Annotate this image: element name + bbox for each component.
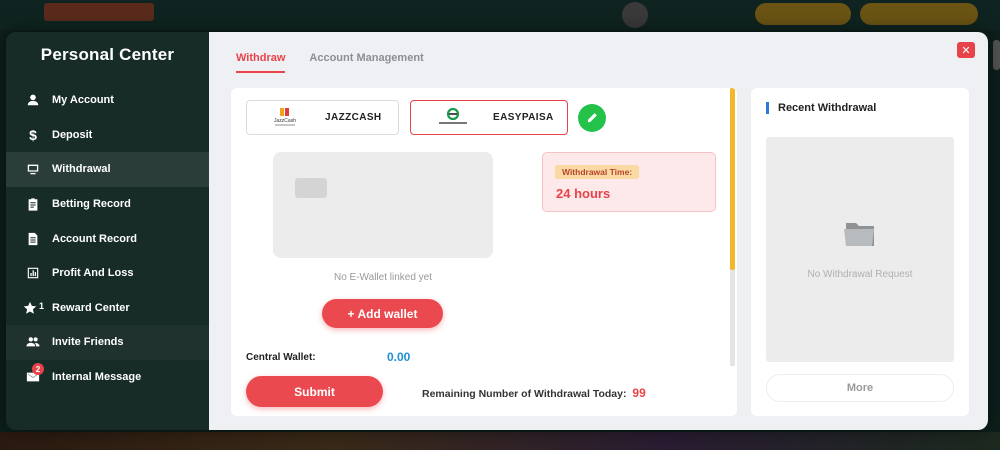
remaining-withdrawals-value: 99 bbox=[632, 386, 646, 400]
wallet-name-easypaisa: EASYPAISA bbox=[493, 112, 554, 123]
wallet-card-placeholder bbox=[273, 152, 493, 258]
dollar-icon: $ bbox=[29, 126, 37, 143]
background-topbar bbox=[0, 0, 1000, 30]
withdrawal-time-label: Withdrawal Time: bbox=[555, 165, 640, 179]
withdraw-card: JazzCash JAZZCASH EASYPAISA No E-Wallet … bbox=[231, 88, 737, 416]
sidebar-item-label: My Account bbox=[52, 94, 114, 107]
mail-icon: 2 bbox=[23, 363, 44, 385]
sidebar-title: Personal Center bbox=[40, 45, 175, 64]
jazzcash-logo-icon: JazzCash bbox=[259, 107, 311, 129]
wallet-name-jazzcash: JAZZCASH bbox=[325, 112, 382, 123]
folder-icon bbox=[844, 223, 874, 246]
sidebar-item-label: Internal Message bbox=[52, 371, 142, 384]
central-wallet-value: 0.00 bbox=[387, 350, 411, 364]
tab-withdraw[interactable]: Withdraw bbox=[236, 52, 286, 73]
sidebar-item-label: Profit And Loss bbox=[52, 267, 134, 280]
tab-bar: Withdraw Account Management bbox=[236, 52, 424, 73]
close-button[interactable]: ✕ bbox=[957, 42, 975, 58]
background-button bbox=[860, 3, 978, 25]
sidebar-item-betting-record[interactable]: Betting Record bbox=[6, 187, 209, 222]
background-banner bbox=[0, 432, 1000, 450]
recent-withdrawal-panel: Recent Withdrawal No Withdrawal Request … bbox=[751, 88, 969, 416]
sidebar-item-withdrawal[interactable]: Withdrawal bbox=[6, 152, 209, 187]
tab-account-management[interactable]: Account Management bbox=[309, 52, 423, 73]
withdrawal-time-box: Withdrawal Time: 24 hours bbox=[542, 152, 716, 212]
submit-button[interactable]: Submit bbox=[246, 376, 383, 407]
star-icon: 1 bbox=[23, 300, 44, 316]
sidebar-item-my-account[interactable]: My Account bbox=[6, 83, 209, 118]
sidebar-item-deposit[interactable]: $ Deposit bbox=[6, 118, 209, 153]
sidebar-item-internal-message[interactable]: 2 Internal Message bbox=[6, 360, 209, 395]
remaining-withdrawals: Remaining Number of Withdrawal Today: 99 bbox=[422, 386, 646, 400]
sidebar-item-reward-center[interactable]: 1 Reward Center bbox=[6, 291, 209, 326]
scrollbar[interactable] bbox=[730, 88, 735, 366]
sidebar-item-invite-friends[interactable]: Invite Friends bbox=[6, 325, 209, 360]
message-badge: 2 bbox=[32, 363, 44, 376]
edit-wallet-button[interactable] bbox=[578, 104, 606, 132]
empty-state-text: No Withdrawal Request bbox=[807, 269, 913, 280]
sidebar-item-label: Account Record bbox=[52, 232, 137, 245]
document-icon bbox=[23, 231, 43, 247]
reward-count: 1 bbox=[38, 300, 44, 311]
add-wallet-button[interactable]: + Add wallet bbox=[322, 299, 443, 328]
people-icon bbox=[23, 334, 43, 350]
background-logo bbox=[44, 3, 154, 21]
sidebar-item-label: Withdrawal bbox=[52, 163, 111, 176]
background-button bbox=[755, 3, 851, 25]
clipboard-icon bbox=[23, 196, 43, 212]
withdrawal-time-value: 24 hours bbox=[556, 186, 611, 201]
more-button[interactable]: More bbox=[766, 374, 954, 402]
background-scrollbar bbox=[993, 40, 1000, 70]
central-wallet-label: Central Wallet: bbox=[246, 352, 316, 363]
sidebar-item-label: Invite Friends bbox=[52, 336, 124, 349]
background-avatar bbox=[622, 2, 648, 28]
main-panel: Withdraw Account Management ✕ JazzCash J… bbox=[209, 32, 988, 430]
wallet-option-easypaisa[interactable]: EASYPAISA bbox=[410, 100, 568, 135]
sidebar: Personal Center My Account $ Deposit Wit… bbox=[6, 32, 209, 430]
sidebar-item-profit-and-loss[interactable]: Profit And Loss bbox=[6, 256, 209, 291]
recent-withdrawal-title: Recent Withdrawal bbox=[766, 102, 876, 114]
monitor-icon bbox=[23, 161, 43, 177]
sidebar-item-label: Betting Record bbox=[52, 198, 131, 211]
wallet-option-jazzcash[interactable]: JazzCash JAZZCASH bbox=[246, 100, 399, 135]
chart-icon bbox=[23, 265, 43, 281]
sidebar-item-label: Reward Center bbox=[52, 301, 130, 314]
personal-center-modal: Personal Center My Account $ Deposit Wit… bbox=[6, 32, 988, 430]
user-icon bbox=[23, 92, 43, 108]
card-chip-icon bbox=[295, 178, 327, 198]
sidebar-item-account-record[interactable]: Account Record bbox=[6, 221, 209, 256]
pencil-icon bbox=[587, 113, 597, 123]
recent-withdrawal-empty: No Withdrawal Request bbox=[766, 137, 954, 362]
no-wallet-text: No E-Wallet linked yet bbox=[334, 272, 432, 283]
scrollbar-thumb[interactable] bbox=[730, 88, 735, 270]
easypaisa-logo-icon bbox=[427, 107, 479, 129]
sidebar-item-label: Deposit bbox=[52, 128, 93, 141]
jazzcash-logo-text: JazzCash bbox=[274, 118, 296, 124]
remaining-withdrawals-label: Remaining Number of Withdrawal Today: bbox=[422, 388, 627, 400]
